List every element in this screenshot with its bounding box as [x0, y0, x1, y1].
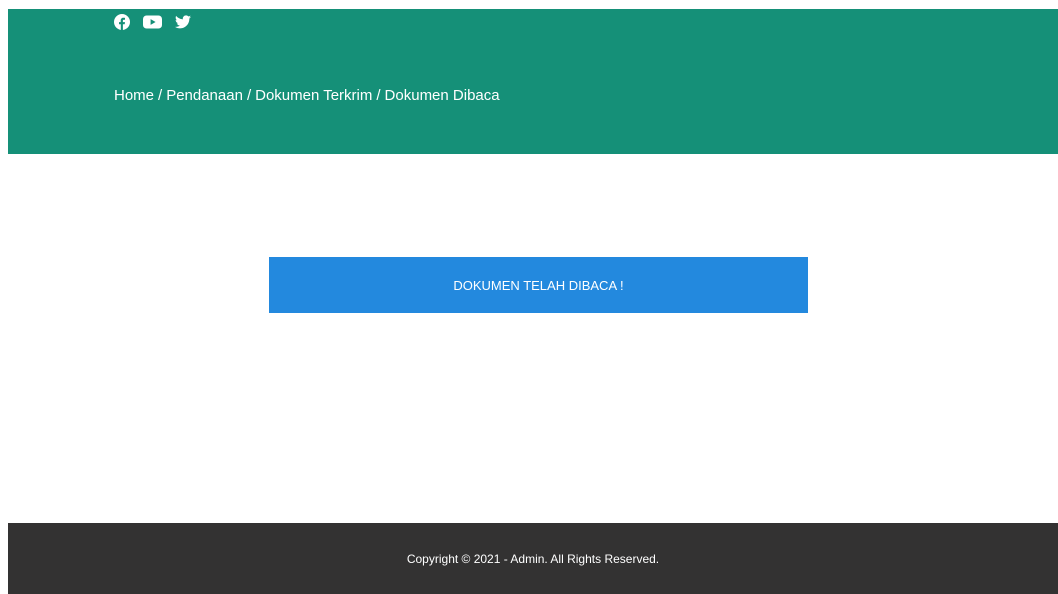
breadcrumb-separator: /: [246, 87, 252, 104]
twitter-icon[interactable]: [175, 15, 191, 29]
breadcrumb-separator: /: [158, 87, 163, 104]
social-links: [114, 14, 191, 30]
breadcrumb-current: Dokumen Dibaca: [384, 87, 500, 104]
site-header: Home / Pendanaan / Dokumen Terkrim / Dokumen D…: [8, 9, 1058, 154]
youtube-icon[interactable]: [143, 15, 162, 29]
site-footer: Copyright © 2021 - Admin. All Rights Res…: [8, 523, 1058, 594]
breadcrumb-pendanaan[interactable]: Pendanaan: [166, 87, 243, 104]
breadcrumb-home[interactable]: Home: [114, 87, 154, 104]
copyright-text: Copyright © 2021 - Admin. All Rights Res…: [406, 551, 660, 566]
breadcrumb-separator: /: [376, 87, 381, 104]
facebook-icon[interactable]: [114, 14, 130, 30]
page: Home / Pendanaan / Dokumen Terkrim / Dokumen D…: [0, 0, 1058, 594]
breadcrumb-dokumen-terkrim[interactable]: Dokumen Terkrim: [255, 87, 372, 104]
breadcrumb: Home / Pendanaan / Dokumen Terkrim / Dokumen D…: [114, 87, 500, 104]
status-message: DOKUMEN TELAH DIBACA !: [269, 257, 808, 313]
